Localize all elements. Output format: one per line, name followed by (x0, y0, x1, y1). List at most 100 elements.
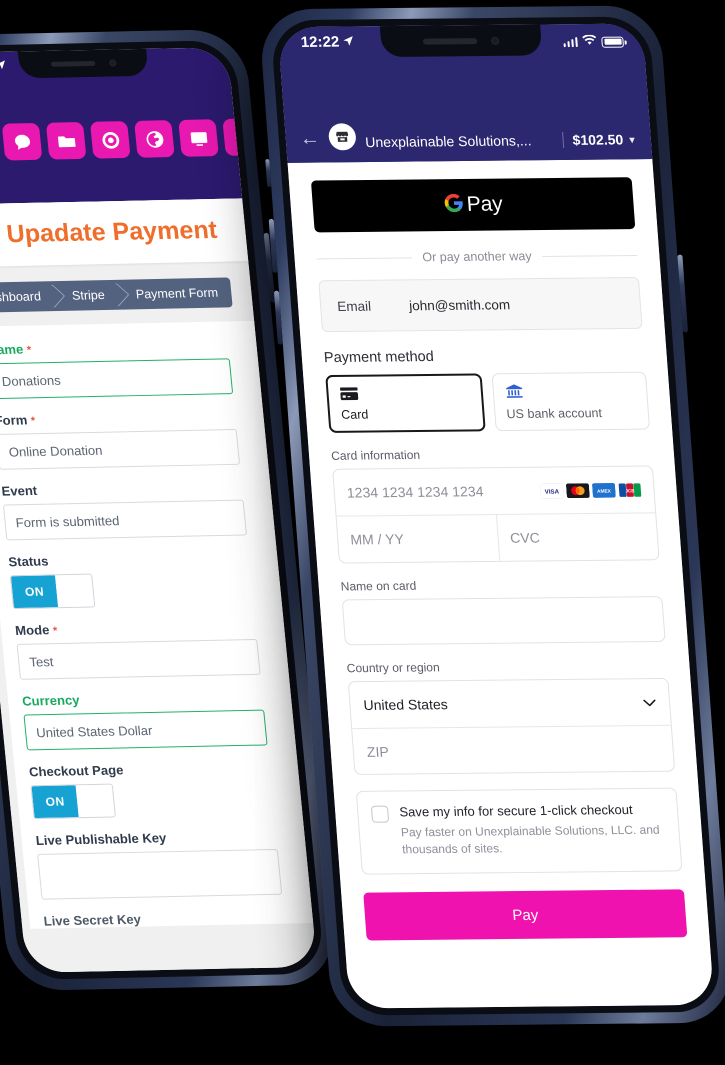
right-phone-screen: 12:22 ← Unexplainable Solutions,... $102… (277, 23, 715, 1009)
amex-icon: AMEX (591, 482, 616, 498)
right-phone-notch (379, 24, 543, 58)
divider-line-left (316, 256, 413, 259)
card-expiry-input[interactable]: MM / YY (337, 515, 499, 563)
card-information-group: 1234 1234 1234 1234 VISA AMEX JCB MM / Y… (332, 465, 660, 564)
credit-card-icon (339, 385, 471, 407)
save-info-text-group: Save my info for secure 1-click checkout… (399, 802, 667, 859)
name-on-card-input[interactable] (341, 596, 666, 646)
required-marker: * (30, 415, 36, 428)
field-event-label: Event (0, 482, 38, 499)
chevron-down-icon (642, 694, 656, 710)
card-cvc-placeholder: CVC (509, 529, 541, 546)
right-phone-device: 12:22 ← Unexplainable Solutions,... $102… (258, 5, 725, 1027)
payment-method-card[interactable]: Card (325, 373, 486, 433)
country-select[interactable]: United States (349, 679, 671, 728)
accepted-card-brands: VISA AMEX JCB (539, 482, 642, 499)
card-number-placeholder: 1234 1234 1234 1234 (346, 483, 484, 501)
field-currency: Currency United States Dollar (21, 688, 295, 751)
wifi-icon (582, 33, 597, 51)
field-currency-input[interactable]: United States Dollar (23, 709, 268, 751)
google-pay-button[interactable]: Pay (310, 177, 636, 233)
gear-icon[interactable] (222, 118, 264, 156)
checkout-page-toggle-knob (75, 784, 115, 818)
breadcrumb-item-stripe[interactable]: Stripe (52, 280, 119, 311)
breadcrumb-wrap: Dashboard Stripe Payment Form (0, 261, 253, 313)
chat-bubble-icon[interactable] (1, 122, 43, 161)
right-phone-volume-down[interactable] (273, 290, 283, 345)
email-field[interactable]: Email john@smith.com (318, 276, 643, 333)
save-info-box[interactable]: Save my info for secure 1-click checkout… (355, 787, 683, 875)
lifebuoy-icon[interactable] (89, 121, 131, 159)
card-number-input[interactable]: 1234 1234 1234 1234 VISA AMEX JCB (333, 466, 655, 515)
field-name-input[interactable]: Donations (0, 358, 234, 400)
svg-text:JCB: JCB (625, 488, 635, 493)
email-value: john@smith.com (408, 296, 511, 313)
checkout-page-toggle[interactable]: ON (30, 783, 116, 820)
field-mode-label: Mode * (14, 622, 58, 638)
name-on-card-label: Name on card (340, 578, 417, 594)
right-status-time: 12:22 (300, 33, 340, 51)
field-form-label: Form * (0, 412, 36, 428)
left-title-card: Upadate Payment (0, 198, 249, 268)
battery-icon (601, 36, 624, 48)
field-name-label: Name * (0, 341, 32, 358)
field-mode-input[interactable]: Test (16, 638, 261, 680)
field-form: Form * Online Donation (0, 407, 268, 470)
field-name: Name * Donations (0, 337, 261, 400)
card-expiry-cvc-row: MM / YY CVC (336, 512, 659, 563)
folder-icon[interactable] (45, 121, 87, 160)
status-toggle-knob (55, 574, 95, 608)
field-checkout-page-label: Checkout Page (28, 762, 124, 780)
save-info-title: Save my info for secure 1-click checkout (398, 802, 634, 820)
breadcrumb-item-payment-form[interactable]: Payment Form (116, 277, 232, 309)
chevron-down-icon: ▾ (628, 133, 636, 146)
google-g-icon (443, 193, 465, 217)
breadcrumb-item-dashboard[interactable]: Dashboard (0, 281, 55, 313)
zip-placeholder: ZIP (366, 743, 390, 760)
field-event-input[interactable]: Form is submitted (2, 499, 248, 541)
google-pay-label: Pay (465, 192, 504, 216)
page-title: Upadate Payment (5, 215, 219, 249)
left-payment-form: Name * Donations Form * Online Donation (0, 320, 314, 929)
save-info-checkbox[interactable] (370, 805, 390, 823)
right-phone-bezel: 12:22 ← Unexplainable Solutions,... $102… (270, 16, 722, 1016)
payment-method-options: Card US bank account (325, 371, 651, 433)
right-phone-mute-switch (265, 159, 272, 188)
field-live-publishable-key-input[interactable] (37, 848, 283, 900)
checkout-body: Pay Or pay another way Email john@smith.… (287, 159, 715, 1009)
right-phone-power-button[interactable] (677, 254, 689, 333)
order-amount-value: $102.50 (571, 131, 624, 148)
order-amount-button[interactable]: $102.50 ▾ (571, 131, 636, 148)
pay-button[interactable]: Pay (363, 889, 688, 941)
field-form-input[interactable]: Online Donation (0, 428, 241, 470)
divider-text: Or pay another way (421, 249, 533, 265)
country-selected-value: United States (362, 696, 449, 714)
card-expiry-placeholder: MM / YY (349, 530, 405, 548)
field-mode: Mode * Test (14, 617, 288, 680)
field-event: Event Form is submitted (0, 478, 275, 541)
required-marker: * (52, 625, 58, 638)
zip-input[interactable]: ZIP (352, 724, 675, 774)
payment-method-us-bank-account[interactable]: US bank account (491, 371, 651, 432)
field-live-publishable-key: Live Publishable Key (35, 827, 310, 900)
bank-icon (504, 382, 636, 404)
left-app-body: Upadate Payment Dashboard Stripe Payment… (0, 198, 318, 973)
visa-icon: VISA (539, 482, 564, 499)
location-arrow-icon (343, 33, 355, 50)
breadcrumb: Dashboard Stripe Payment Form (0, 277, 233, 313)
right-status-time-group: 12:22 (300, 33, 355, 51)
status-toggle[interactable]: ON (9, 573, 96, 610)
back-arrow-icon[interactable]: ← (299, 128, 321, 151)
svg-text:VISA: VISA (545, 489, 560, 495)
country-or-region-label: Country or region (346, 660, 441, 676)
field-currency-label: Currency (21, 692, 81, 709)
globe-icon[interactable] (134, 120, 175, 158)
field-status: Status ON (8, 549, 282, 610)
store-icon (327, 123, 357, 151)
card-cvc-input[interactable]: CVC (495, 513, 659, 561)
mastercard-icon (565, 482, 590, 498)
divider-line-right (541, 254, 638, 257)
monitor-icon[interactable] (178, 119, 219, 157)
svg-text:AMEX: AMEX (597, 488, 612, 494)
field-checkout-page: Checkout Page ON (28, 759, 302, 820)
